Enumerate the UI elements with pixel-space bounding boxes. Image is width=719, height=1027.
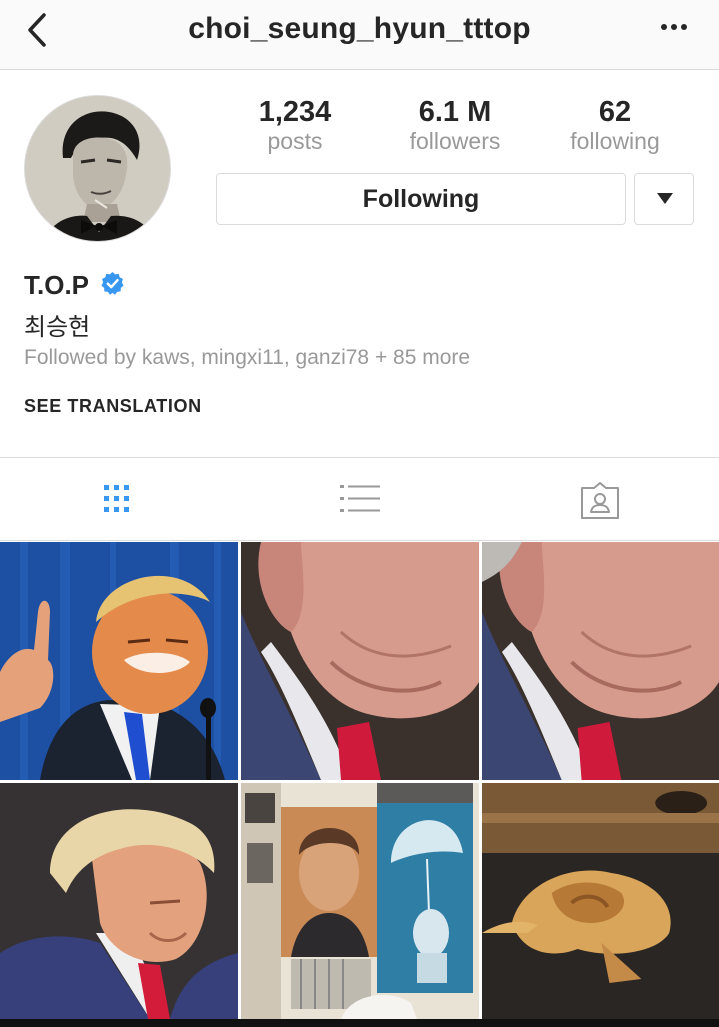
post-thumbnail-2[interactable] <box>241 542 479 780</box>
bottom-edge <box>0 1019 719 1027</box>
following-count: 62 <box>598 96 632 128</box>
see-translation-link[interactable]: SEE TRANSLATION <box>24 396 202 417</box>
posts-count: 1,234 <box>258 96 332 128</box>
following-label: following <box>570 128 660 154</box>
bio-text: 최승현 <box>24 314 91 341</box>
tab-list[interactable] <box>240 458 480 541</box>
display-name: T.O.P <box>24 270 90 300</box>
triangle-down-icon <box>657 193 673 204</box>
post-thumbnail-4[interactable] <box>0 783 238 1019</box>
followers-label: followers <box>409 128 501 154</box>
profile-view-tabs <box>0 457 719 541</box>
ellipsis-icon[interactable] <box>656 16 692 38</box>
posts-grid <box>0 542 719 1027</box>
tab-tagged[interactable] <box>480 458 719 541</box>
tab-grid[interactable] <box>0 458 240 541</box>
following-button[interactable]: Following <box>216 173 626 225</box>
post-thumbnail-3[interactable] <box>482 542 719 780</box>
posts-label: posts <box>267 128 323 154</box>
post-thumbnail-5[interactable] <box>241 783 479 1019</box>
grid-icon <box>104 485 129 512</box>
profile-username-title: choi_seung_hyun_tttop <box>188 12 531 45</box>
stat-posts: 1,234 posts <box>225 96 365 154</box>
post-thumbnail-1[interactable] <box>0 542 238 780</box>
top-nav-bar: choi_seung_hyun_tttop <box>0 0 719 70</box>
stat-followers[interactable]: 6.1 M followers <box>385 96 525 154</box>
verified-badge-icon <box>101 272 124 295</box>
suggestions-dropdown-button[interactable] <box>634 173 694 225</box>
followers-count: 6.1 M <box>418 96 492 128</box>
profile-photo <box>25 96 170 241</box>
post-thumbnail-6[interactable] <box>482 783 719 1019</box>
stat-following[interactable]: 62 following <box>545 96 685 154</box>
list-icon <box>340 485 380 512</box>
avatar[interactable] <box>24 95 171 242</box>
tagged-person-icon <box>581 482 619 519</box>
followed-by-text[interactable]: Followed by kaws, mingxi11, ganzi78 + 85… <box>24 346 470 370</box>
